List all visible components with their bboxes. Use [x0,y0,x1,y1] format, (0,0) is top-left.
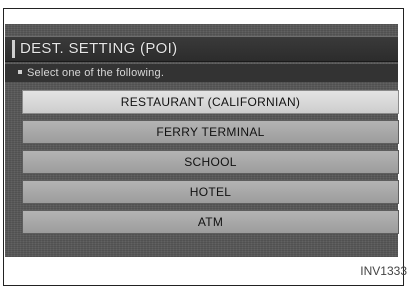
figure-code: INV1333 [360,264,407,278]
poi-menu: RESTAURANT (CALIFORNIAN) FERRY TERMINAL … [22,90,399,240]
instruction-row: Select one of the following. [5,64,398,82]
menu-item-atm[interactable]: ATM [22,210,399,234]
screen-title: DEST. SETTING (POI) [20,40,178,57]
menu-item-ferry-terminal[interactable]: FERRY TERMINAL [22,120,399,144]
menu-item-hotel[interactable]: HOTEL [22,180,399,204]
menu-item-school[interactable]: SCHOOL [22,150,399,174]
menu-item-restaurant[interactable]: RESTAURANT (CALIFORNIAN) [22,90,399,114]
title-accent-bar [12,40,15,58]
title-bar: DEST. SETTING (POI) [5,36,398,62]
bullet-icon [18,70,22,74]
instruction-text: Select one of the following. [27,67,165,79]
